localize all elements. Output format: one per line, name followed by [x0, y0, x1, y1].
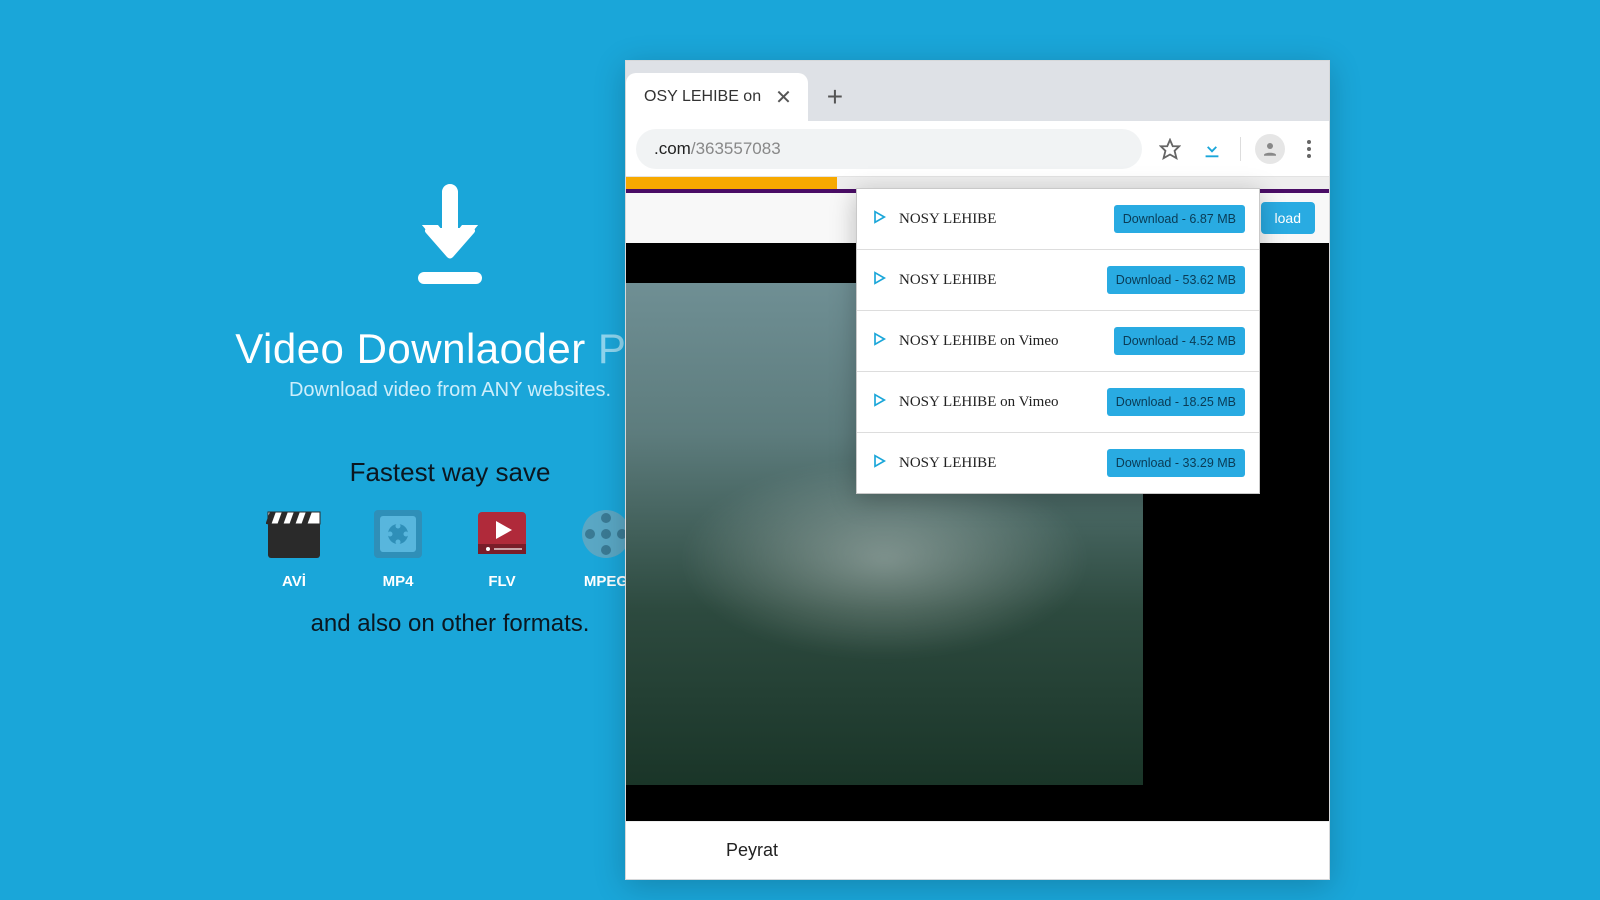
toolbar-divider [1240, 137, 1241, 161]
download-item-title: NOSY LEHIBE on Vimeo [899, 394, 1059, 411]
kebab-menu-icon[interactable] [1299, 140, 1319, 158]
download-item: NOSY LEHIBE on Vimeo Download - 18.25 MB [857, 372, 1259, 433]
flv-player-icon [474, 506, 530, 567]
url-domain: .com [654, 139, 691, 159]
play-icon [871, 270, 887, 291]
format-label: FLV [488, 573, 515, 590]
star-icon[interactable] [1156, 135, 1184, 163]
promo-stage: Video Downlaoder Pro Download video from… [0, 0, 1600, 900]
play-icon [871, 392, 887, 413]
download-logo-icon [400, 180, 500, 295]
download-item: NOSY LEHIBE on Vimeo Download - 4.52 MB [857, 311, 1259, 372]
format-label: MPEG [584, 573, 628, 590]
browser-address-bar: .com/363557083 [626, 121, 1329, 177]
format-flv: FLV [474, 506, 530, 590]
download-button[interactable]: Download - 6.87 MB [1114, 205, 1245, 233]
close-icon[interactable]: ✕ [775, 85, 792, 110]
format-label: AVİ [282, 573, 306, 590]
tab-title: OSY LEHIBE on [644, 88, 761, 106]
video-file-icon [370, 506, 426, 567]
download-item: NOSY LEHIBE Download - 53.62 MB [857, 250, 1259, 311]
download-item-title: NOSY LEHIBE on Vimeo [899, 333, 1059, 350]
browser-tab[interactable]: OSY LEHIBE on ✕ [626, 73, 808, 121]
play-icon [871, 331, 887, 352]
play-icon [871, 453, 887, 474]
download-item: NOSY LEHIBE Download - 6.87 MB [857, 189, 1259, 250]
download-item: NOSY LEHIBE Download - 33.29 MB [857, 433, 1259, 493]
promo-title-main: Video Downlaoder [235, 325, 585, 372]
format-avi: AVİ [266, 506, 322, 590]
download-button[interactable]: Download - 18.25 MB [1107, 388, 1245, 416]
profile-avatar-icon[interactable] [1255, 134, 1285, 164]
download-item-title: NOSY LEHIBE [899, 272, 996, 289]
site-load-button[interactable]: load [1261, 202, 1315, 234]
new-tab-button[interactable]: + [814, 76, 856, 118]
format-mp4: MP4 [370, 506, 426, 590]
format-label: MP4 [383, 573, 414, 590]
credit-bar: Peyrat [626, 821, 1329, 879]
toolbar-icons [1142, 134, 1319, 164]
browser-tabbar: OSY LEHIBE on ✕ + [626, 61, 1329, 121]
download-button[interactable]: Download - 53.62 MB [1107, 266, 1245, 294]
clapperboard-icon [266, 506, 322, 567]
download-item-title: NOSY LEHIBE [899, 455, 996, 472]
download-item-title: NOSY LEHIBE [899, 211, 996, 228]
credit-name: Peyrat [726, 840, 778, 861]
extension-download-icon[interactable] [1198, 135, 1226, 163]
download-button[interactable]: Download - 4.52 MB [1114, 327, 1245, 355]
download-button[interactable]: Download - 33.29 MB [1107, 449, 1245, 477]
url-path: /363557083 [691, 139, 781, 159]
play-icon [871, 209, 887, 230]
extension-popup: NOSY LEHIBE Download - 6.87 MB NOSY LEHI… [856, 188, 1260, 494]
url-field[interactable]: .com/363557083 [636, 129, 1142, 169]
